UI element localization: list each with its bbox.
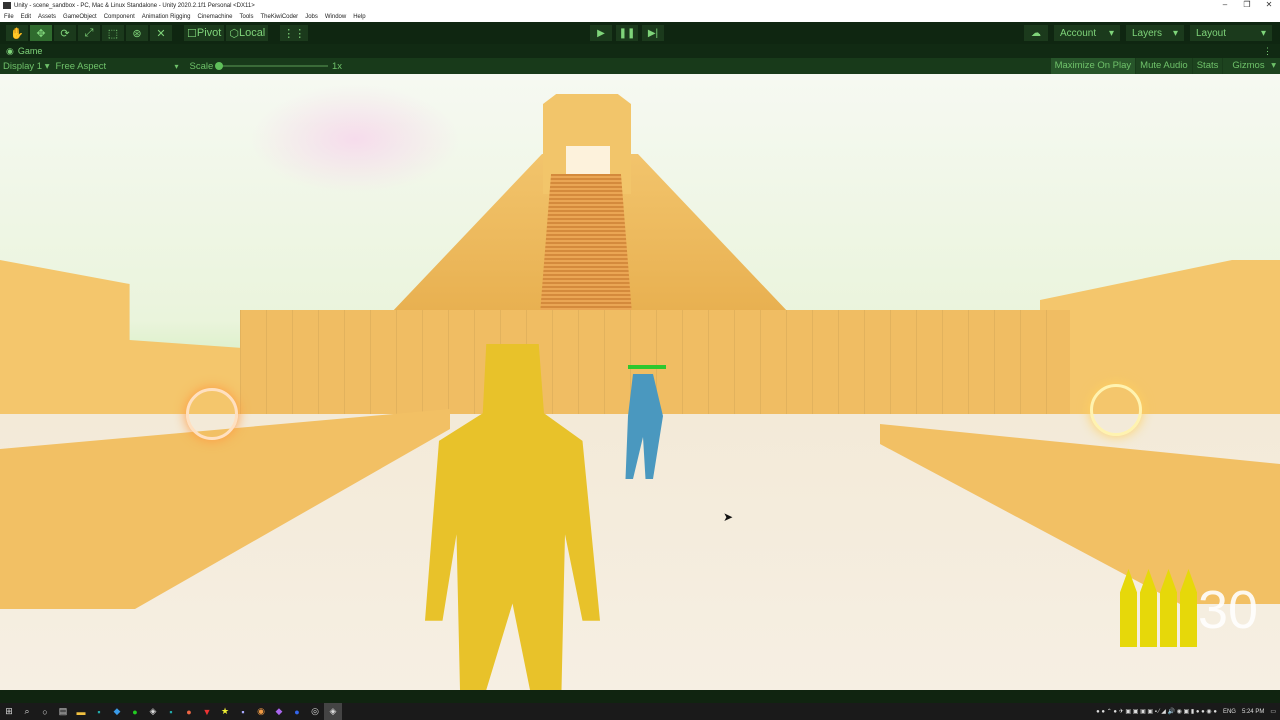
scale-value: 1x (332, 60, 343, 72)
pyramid-stairs (540, 174, 632, 314)
grid-snap-icon[interactable]: ⋮⋮ (280, 25, 309, 41)
transform-tool-icon[interactable]: ⊛ (126, 25, 148, 41)
app-icon[interactable]: ▪ (90, 703, 108, 720)
app-icon[interactable]: ▪ (162, 703, 180, 720)
menu-bar: File Edit Assets GameObject Component An… (0, 11, 1280, 22)
hand-tool-icon[interactable]: ✋ (6, 25, 28, 41)
menu-animation-rigging[interactable]: Animation Rigging (142, 14, 191, 20)
playback-controls: ▶ ❚❚ ▶| (588, 25, 664, 41)
tray-icons[interactable]: ● ● ⌃ ● ✈ ▣ ▣ ▣ ▣ ▪ ⁄ ◢ 🔊 ◉ ▣ ▮ ● ● ◉ ● (1096, 708, 1217, 715)
chevron-down-icon: ▾ (44, 60, 50, 72)
windows-taskbar: ⊞ ⌕ ○ ▤ ▬ ▪ ◆ ● ◈ ▪ ● ▼ ★ ▪ ◉ ◆ ● ◎ ◈ (0, 703, 1280, 720)
app-icon[interactable]: ● (288, 703, 306, 720)
restore-button[interactable]: ❐ (1236, 0, 1258, 9)
rect-tool-icon[interactable]: ⬚ (102, 25, 124, 41)
mouse-cursor-icon: ➤ (723, 510, 734, 524)
menu-tools[interactable]: Tools (239, 14, 253, 20)
pause-button[interactable]: ❚❚ (616, 25, 638, 41)
title-bar: Unity - scene_sandbox - PC, Mac & Linux … (0, 0, 1280, 11)
pivot-icon: ☐ (187, 27, 197, 40)
tab-game[interactable]: ◉ Game ⋮ (0, 44, 1280, 58)
window-title: Unity - scene_sandbox - PC, Mac & Linux … (14, 2, 255, 9)
game-controller-icon: ◉ (6, 45, 14, 56)
slider-knob[interactable] (215, 62, 223, 70)
cloud-icon[interactable]: ☁ (1024, 25, 1048, 41)
cortana-icon[interactable]: ○ (36, 703, 54, 720)
chevron-down-icon: ▾ (1260, 27, 1266, 39)
menu-window[interactable]: Window (325, 14, 346, 20)
menu-component[interactable]: Component (104, 14, 135, 20)
app-icon[interactable]: ▪ (234, 703, 252, 720)
brave-icon[interactable]: ▼ (198, 703, 216, 720)
status-strip (0, 690, 1280, 703)
sun-glow (250, 84, 460, 194)
menu-help[interactable]: Help (353, 14, 365, 20)
aspect-dropdown[interactable]: Free Aspect (53, 61, 175, 72)
maximize-on-play-toggle[interactable]: Maximize On Play (1050, 58, 1136, 74)
task-view-icon[interactable]: ▤ (54, 703, 72, 720)
menu-thekiwicoder[interactable]: TheKiwiCoder (261, 14, 299, 20)
step-button[interactable]: ▶| (642, 25, 664, 41)
chevron-down-icon: ▾ (1172, 27, 1178, 39)
chevron-down-icon: ▾ (1108, 27, 1114, 39)
bullet-icon (1140, 569, 1157, 647)
file-explorer-icon[interactable]: ▬ (72, 703, 90, 720)
account-dropdown[interactable]: Account ▾ (1054, 25, 1120, 41)
scale-label: Scale (189, 60, 214, 72)
rotate-tool-icon[interactable]: ⟳ (54, 25, 76, 41)
scale-slider[interactable] (215, 62, 328, 70)
spotify-icon[interactable]: ● (126, 703, 144, 720)
enemy-health-bar (628, 365, 666, 369)
menu-cinemachine[interactable]: Cinemachine (197, 14, 232, 20)
pivot-button[interactable]: ☐ Pivot (184, 25, 225, 41)
bullet-icon (1120, 569, 1137, 647)
blender-icon[interactable]: ◉ (252, 703, 270, 720)
pickup-ring-right (1090, 384, 1142, 436)
unity-icon[interactable]: ◈ (324, 703, 342, 720)
app-icon[interactable]: ★ (216, 703, 234, 720)
menu-jobs[interactable]: Jobs (305, 14, 318, 20)
vscode-icon[interactable]: ◆ (108, 703, 126, 720)
menu-assets[interactable]: Assets (38, 14, 56, 20)
clock[interactable]: 5:24 PM (1242, 709, 1264, 715)
display-dropdown[interactable]: Display 1 ▾ (0, 61, 53, 72)
scale-tool-icon[interactable]: ⤢ (78, 25, 100, 41)
bullet-icon (1160, 569, 1177, 647)
close-button[interactable]: ✕ (1258, 0, 1280, 9)
system-tray: ● ● ⌃ ● ✈ ▣ ▣ ▣ ▣ ▪ ⁄ ◢ 🔊 ◉ ▣ ▮ ● ● ◉ ● … (1096, 703, 1276, 720)
gizmos-toggle[interactable]: Gizmos ▾ (1223, 58, 1280, 74)
temple-door (566, 146, 610, 176)
start-icon[interactable]: ⊞ (0, 703, 18, 720)
unity-hub-icon[interactable]: ◈ (144, 703, 162, 720)
language-indicator[interactable]: ENG (1223, 709, 1236, 715)
layout-dropdown[interactable]: Layout ▾ (1190, 25, 1272, 41)
notifications-icon[interactable]: ▭ (1270, 708, 1276, 715)
menu-edit[interactable]: Edit (21, 14, 31, 20)
mute-audio-toggle[interactable]: Mute Audio (1136, 58, 1192, 74)
ammo-count: 30 (1198, 580, 1259, 640)
ammo-icons (1120, 569, 1197, 647)
pickup-ring-left (186, 388, 238, 440)
play-button[interactable]: ▶ (590, 25, 612, 41)
more-options-icon[interactable]: ⋮ (1263, 46, 1272, 57)
search-icon[interactable]: ⌕ (18, 703, 36, 720)
local-button[interactable]: ⬡ Local (226, 25, 269, 41)
app-icon[interactable]: ● (180, 703, 198, 720)
layers-dropdown[interactable]: Layers ▾ (1126, 25, 1184, 41)
visual-studio-icon[interactable]: ◆ (270, 703, 288, 720)
unity-logo-icon (3, 2, 11, 9)
stats-toggle[interactable]: Stats (1192, 58, 1223, 74)
menu-file[interactable]: File (4, 14, 14, 20)
game-viewport[interactable]: 30 ➤ (0, 74, 1280, 690)
cube-icon: ⬡ (229, 27, 239, 40)
move-tool-icon[interactable]: ✥ (30, 25, 52, 41)
minimize-button[interactable]: – (1214, 0, 1236, 9)
menu-gameobject[interactable]: GameObject (63, 14, 97, 20)
obs-icon[interactable]: ◎ (306, 703, 324, 720)
custom-tool-icon[interactable]: ✕ (150, 25, 172, 41)
chevron-down-icon: ▾ (174, 61, 179, 71)
bullet-icon (1180, 569, 1197, 647)
